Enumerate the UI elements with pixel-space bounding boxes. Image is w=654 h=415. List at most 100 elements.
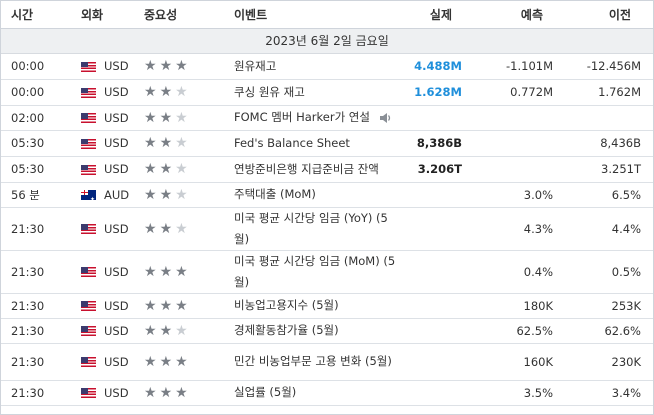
event-time: 05:30 — [1, 130, 69, 157]
event-row[interactable]: 02:00 USD ★ ★ ★ FOMC 멤버 Harker가 연설 — [1, 105, 653, 131]
event-name[interactable]: 경제활동참가율 (5월) — [231, 318, 401, 344]
star-filled-icon: ★ — [175, 58, 188, 75]
importance-stars: ★ ★ ★ — [144, 380, 231, 406]
event-name-text[interactable]: 쿠싱 원유 재고 — [234, 85, 305, 99]
event-name[interactable]: 민간 비농업부문 고용 변화 (5월) — [231, 343, 401, 381]
event-row[interactable]: 21:30 USD ★ ★ ★ 경제활동참가율 (5월) 62.5% 62.6% — [1, 318, 653, 344]
star-empty-icon: ★ — [175, 220, 188, 237]
event-previous: 230K — [565, 343, 653, 381]
event-previous: 4.4% — [565, 207, 653, 251]
event-forecast: 4.3% — [474, 207, 565, 251]
event-forecast: 0.4% — [474, 250, 565, 294]
event-currency: USD — [104, 110, 129, 125]
event-name[interactable]: 주택대출 (MoM) — [231, 182, 401, 208]
event-actual — [401, 343, 474, 381]
star-filled-icon: ★ — [144, 135, 157, 152]
header-importance[interactable]: 중요성 — [144, 1, 231, 29]
event-currency-cell: USD — [69, 130, 144, 157]
event-name-text[interactable]: 비농업고용지수 (5월) — [234, 298, 339, 312]
event-row[interactable]: 21:30 USD ★ ★ ★ 실업률 (5월) 3.5% 3.4% — [1, 380, 653, 406]
event-row[interactable]: 21:30 USD ★ ★ ★ 미국 평균 시간당 임금 (YoY) (5월) 4.3% 4.… — [1, 207, 653, 251]
event-name[interactable]: 연방준비은행 지급준비금 잔액 — [231, 156, 401, 183]
event-name-text[interactable]: 미국 평균 시간당 임금 (YoY) (5월) — [234, 211, 388, 246]
star-filled-icon: ★ — [175, 353, 188, 370]
event-row[interactable]: 56 분AUD★★★주택대출 (MoM)3.0%6.5% — [1, 182, 653, 208]
event-row[interactable]: 21:30 USD ★ ★ ★ 민간 비농업부문 고용 변화 (5월) 160K 230K — [1, 343, 653, 381]
event-name-text[interactable]: 경제활동참가율 (5월) — [234, 323, 339, 337]
event-currency: USD — [104, 221, 129, 236]
star-filled-icon: ★ — [175, 263, 188, 280]
star-filled-icon: ★ — [159, 297, 173, 314]
calendar-body: 2023년 6월 2일 금요일 00:00 USD ★ ★ ★ 원유재고 4.488M -1.… — [1, 28, 653, 406]
event-row[interactable]: 05:30 USD ★ ★ ★ 연방준비은행 지급준비금 잔액 3.206T 3.251T — [1, 156, 653, 183]
event-name-text[interactable]: Fed's Balance Sheet — [234, 136, 350, 150]
event-name-text[interactable]: 실업률 (5월) — [234, 385, 296, 399]
event-name[interactable]: 원유재고 — [231, 53, 401, 80]
event-actual: 8,386B — [401, 130, 474, 157]
event-currency: AUD — [104, 187, 130, 202]
event-row[interactable]: 00:00 USD ★ ★ ★ 원유재고 4.488M -1.101M -12.456M — [1, 53, 653, 80]
event-previous: 62.6% — [565, 318, 653, 344]
header-currency[interactable]: 외화 — [69, 1, 144, 29]
star-filled-icon: ★ — [159, 384, 173, 401]
event-row[interactable]: 00:00 USD ★ ★ ★ 쿠싱 원유 재고 1.628M 0.772M 1.762M — [1, 79, 653, 106]
event-name-text[interactable]: 미국 평균 시간당 임금 (MoM) (5월) — [234, 254, 395, 289]
event-name-text[interactable]: 원유재고 — [234, 59, 276, 73]
event-actual: 4.488M — [401, 53, 474, 80]
event-row[interactable]: 21:30 USD ★ ★ ★ 미국 평균 시간당 임금 (MoM) (5월) 0.4% 0.… — [1, 250, 653, 294]
event-row[interactable]: 05:30 USD ★ ★ ★ Fed's Balance Sheet 8,386B 8,43… — [1, 130, 653, 157]
event-currency: USD — [104, 354, 129, 369]
star-filled-icon: ★ — [175, 384, 188, 401]
event-forecast: 0.772M — [474, 79, 565, 106]
event-currency-cell: USD — [69, 207, 144, 251]
event-name-text[interactable]: FOMC 멤버 Harker가 연설 — [234, 110, 370, 124]
star-filled-icon: ★ — [159, 220, 173, 237]
economic-calendar: 시간 외화 중요성 이벤트 실제 예측 이전 2023년 6월 2일 금요일 0… — [0, 0, 654, 415]
event-name[interactable]: Fed's Balance Sheet — [231, 130, 401, 157]
us-flag-icon — [81, 267, 96, 277]
event-currency: USD — [104, 59, 129, 73]
star-empty-icon: ★ — [175, 135, 188, 152]
us-flag-icon — [81, 113, 96, 123]
event-time: 21:30 — [1, 343, 69, 381]
event-time: 21:30 — [1, 293, 69, 319]
event-row[interactable]: 21:30 USD ★ ★ ★ 비농업고용지수 (5월) 180K 253K — [1, 293, 653, 319]
event-name[interactable]: 쿠싱 원유 재고 — [231, 79, 401, 106]
us-flag-icon — [81, 61, 96, 72]
event-currency-cell: USD — [69, 79, 144, 106]
event-name[interactable]: 실업률 (5월) — [231, 380, 401, 406]
header-previous[interactable]: 이전 — [565, 1, 653, 29]
star-filled-icon: ★ — [159, 135, 173, 152]
star-filled-icon: ★ — [144, 84, 157, 101]
event-forecast — [474, 130, 565, 157]
event-actual — [401, 105, 474, 131]
event-forecast: -1.101M — [474, 53, 565, 80]
event-actual — [401, 182, 474, 208]
star-filled-icon: ★ — [159, 322, 173, 339]
event-time: 21:30 — [1, 380, 69, 406]
event-name[interactable]: FOMC 멤버 Harker가 연설 — [231, 105, 401, 131]
speaker-icon — [379, 112, 391, 123]
event-name-text[interactable]: 민간 비농업부문 고용 변화 (5월) — [234, 354, 392, 368]
event-name[interactable]: 미국 평균 시간당 임금 (MoM) (5월) — [231, 250, 401, 294]
header-event[interactable]: 이벤트 — [231, 1, 401, 29]
event-name[interactable]: 비농업고용지수 (5월) — [231, 293, 401, 319]
header-actual[interactable]: 실제 — [401, 1, 474, 29]
event-actual — [401, 207, 474, 251]
event-name[interactable]: 미국 평균 시간당 임금 (YoY) (5월) — [231, 207, 401, 251]
calendar-table: 시간 외화 중요성 이벤트 실제 예측 이전 2023년 6월 2일 금요일 0… — [1, 1, 653, 406]
event-time: 00:00 — [1, 79, 69, 106]
event-name-text[interactable]: 연방준비은행 지급준비금 잔액 — [234, 162, 379, 176]
event-forecast — [474, 105, 565, 131]
header-time[interactable]: 시간 — [1, 1, 69, 29]
event-previous: 1.762M — [565, 79, 653, 106]
event-actual: 3.206T — [401, 156, 474, 183]
header-forecast[interactable]: 예측 — [474, 1, 565, 29]
event-name-text[interactable]: 주택대출 (MoM) — [234, 187, 316, 201]
event-forecast: 160K — [474, 343, 565, 381]
event-currency-cell: USD — [69, 380, 144, 406]
us-flag-icon — [81, 164, 96, 175]
us-flag-icon — [81, 326, 96, 336]
au-flag-icon — [81, 190, 96, 200]
header-row: 시간 외화 중요성 이벤트 실제 예측 이전 — [1, 1, 653, 29]
